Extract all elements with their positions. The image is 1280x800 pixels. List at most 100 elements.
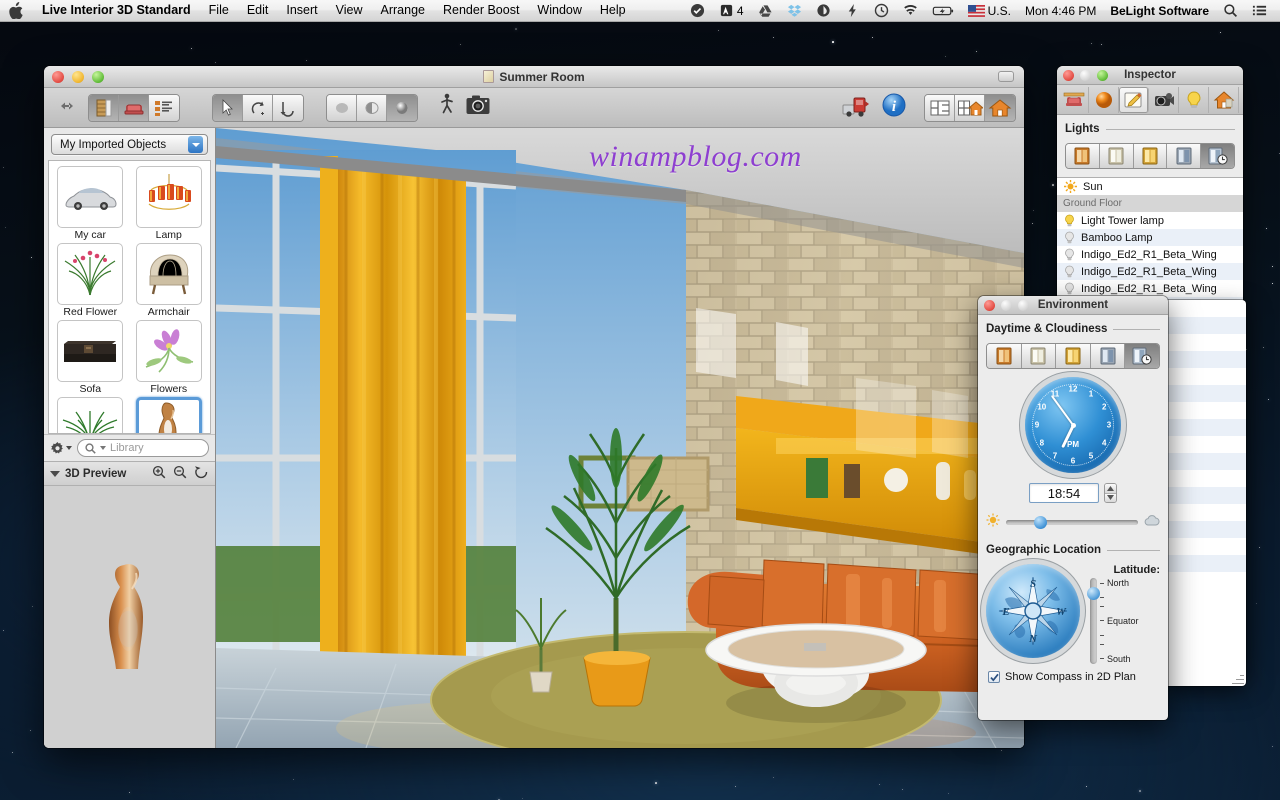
realistic-shading-button[interactable] (387, 95, 417, 121)
window-titlebar[interactable]: Summer Room (44, 66, 1024, 88)
library-item-statue[interactable]: Statue (132, 397, 207, 434)
library-item-red-flower[interactable]: Red Flower (53, 243, 128, 318)
menu-insert[interactable]: Insert (277, 1, 326, 20)
walking-person-icon[interactable] (434, 93, 460, 122)
lights-preset-2[interactable] (1100, 144, 1134, 168)
inspector-light-tab[interactable] (1179, 87, 1209, 113)
wifi-icon[interactable] (896, 3, 925, 18)
inspector-object-tab[interactable] (1059, 87, 1089, 113)
toolbar-toggle-button[interactable] (998, 71, 1014, 82)
menu-file[interactable]: File (200, 1, 238, 20)
inspector-house-tab[interactable] (1209, 87, 1239, 113)
dropbox-icon[interactable] (780, 3, 809, 18)
stepper-up-icon[interactable] (1105, 484, 1116, 494)
gear-icon[interactable] (50, 441, 72, 456)
search-icon[interactable] (1216, 3, 1245, 18)
menu-help[interactable]: Help (591, 1, 635, 20)
battery-icon[interactable] (925, 3, 961, 18)
menu-window[interactable]: Window (528, 1, 590, 20)
cloudiness-track[interactable] (1006, 520, 1138, 525)
camera-icon[interactable] (460, 94, 496, 121)
menu-edit[interactable]: Edit (238, 1, 278, 20)
daytime-clock[interactable]: PM 12 1 2 3 4 5 6 7 8 9 10 11 (1025, 377, 1121, 473)
reset-rotate-icon[interactable] (194, 465, 209, 482)
library-item-lamp[interactable]: Lamp (132, 166, 207, 241)
library-item-armchair[interactable]: Armchair (132, 243, 207, 318)
compass-rose-icon[interactable]: S N E W (986, 564, 1080, 658)
light-row-indigo-1[interactable]: Indigo_Ed2_R1_Beta_Wing (1057, 246, 1243, 263)
background-list-window[interactable] (1168, 300, 1246, 686)
zoom-in-icon[interactable] (152, 465, 166, 482)
menu-view[interactable]: View (327, 1, 372, 20)
us-flag-icon[interactable]: U.S. (961, 4, 1018, 18)
inspector-camera-tab[interactable] (1149, 87, 1179, 113)
stepper-down-icon[interactable] (1105, 494, 1116, 503)
inspector-edit-tab[interactable] (1119, 87, 1149, 113)
measure-tool[interactable] (273, 95, 303, 121)
light-row-bamboo-lamp[interactable]: Bamboo Lamp (1057, 229, 1243, 246)
time-input[interactable]: 18:54 (1029, 483, 1099, 503)
rotate-tool[interactable] (243, 95, 273, 121)
menubar-clock[interactable]: Mon 4:46 PM (1018, 4, 1103, 18)
light-row-sun[interactable]: Sun (1057, 178, 1243, 195)
daytime-preset-3[interactable] (1056, 344, 1091, 368)
flash-icon[interactable] (838, 3, 867, 18)
environment-titlebar[interactable]: Environment (978, 296, 1168, 315)
menubar-user[interactable]: BeLight Software (1103, 4, 1216, 18)
light-row-indigo-3[interactable]: Indigo_Ed2_R1_Beta_Wing (1057, 280, 1243, 297)
lights-preset-3[interactable] (1134, 144, 1168, 168)
lights-preset-4[interactable] (1167, 144, 1201, 168)
floor-plan-button[interactable] (89, 95, 119, 121)
menu-render-boost[interactable]: Render Boost (434, 1, 528, 20)
category-popup[interactable]: My Imported Objects (51, 134, 208, 155)
furniture-button[interactable] (119, 95, 149, 121)
adobe-icon[interactable]: 4 (712, 3, 751, 18)
google-drive-icon[interactable] (751, 3, 780, 18)
cloudiness-slider[interactable] (978, 503, 1168, 536)
time-stepper[interactable] (1104, 483, 1117, 503)
zoom-out-icon[interactable] (173, 465, 187, 482)
cloudiness-knob[interactable] (1034, 516, 1047, 529)
list-view-button[interactable] (149, 95, 179, 121)
info-circle-icon[interactable]: i (876, 92, 912, 123)
daytime-preset-2[interactable] (1022, 344, 1057, 368)
time-machine-icon[interactable] (867, 3, 896, 18)
library-item-sofa[interactable]: Sofa (53, 320, 128, 395)
library-item-flowers[interactable]: Flowers (132, 320, 207, 395)
checkmark-badge-icon[interactable] (683, 3, 712, 18)
3d-viewport[interactable] (216, 128, 1024, 748)
light-row-light-tower-lamp[interactable]: Light Tower lamp (1057, 212, 1243, 229)
apple-logo-icon[interactable] (8, 2, 23, 19)
list-icon[interactable] (1245, 3, 1274, 18)
split-house-button[interactable] (955, 95, 985, 121)
library-item-my-car[interactable]: My car (53, 166, 128, 241)
droplet-icon[interactable] (809, 3, 838, 18)
3d-preview-header[interactable]: 3D Preview (44, 461, 215, 486)
search-input[interactable]: Library (77, 439, 209, 457)
select-tool[interactable] (213, 95, 243, 121)
latitude-knob[interactable] (1087, 587, 1100, 600)
inspector-titlebar[interactable]: Inspector (1057, 66, 1243, 85)
daytime-preset-1[interactable] (987, 344, 1022, 368)
lights-preset-clock[interactable] (1201, 144, 1234, 168)
3d-preview-area[interactable] (44, 486, 215, 748)
render-truck-icon[interactable] (836, 92, 876, 123)
flat-shading-button[interactable] (327, 95, 357, 121)
light-row-indigo-2[interactable]: Indigo_Ed2_R1_Beta_Wing (1057, 263, 1243, 280)
3d-view-button[interactable] (985, 95, 1015, 121)
show-compass-row[interactable]: Show Compass in 2D Plan (978, 664, 1168, 690)
plan-view-button[interactable] (925, 95, 955, 121)
daytime-preset-4[interactable] (1091, 344, 1126, 368)
resize-arrows-icon[interactable] (52, 99, 82, 117)
menu-arrange[interactable]: Arrange (372, 1, 434, 20)
smooth-shading-button[interactable] (357, 95, 387, 121)
lights-preset-1[interactable] (1066, 144, 1100, 168)
latitude-track[interactable] (1090, 578, 1097, 664)
menu-app-title[interactable]: Live Interior 3D Standard (33, 1, 200, 20)
show-compass-checkbox[interactable] (988, 671, 1000, 683)
library-item-bush[interactable]: Bush (53, 397, 128, 434)
disclosure-triangle-icon[interactable] (50, 471, 60, 477)
daytime-preset-clock[interactable] (1125, 344, 1159, 368)
resize-grip[interactable] (1232, 672, 1244, 684)
inspector-material-tab[interactable] (1089, 87, 1119, 113)
